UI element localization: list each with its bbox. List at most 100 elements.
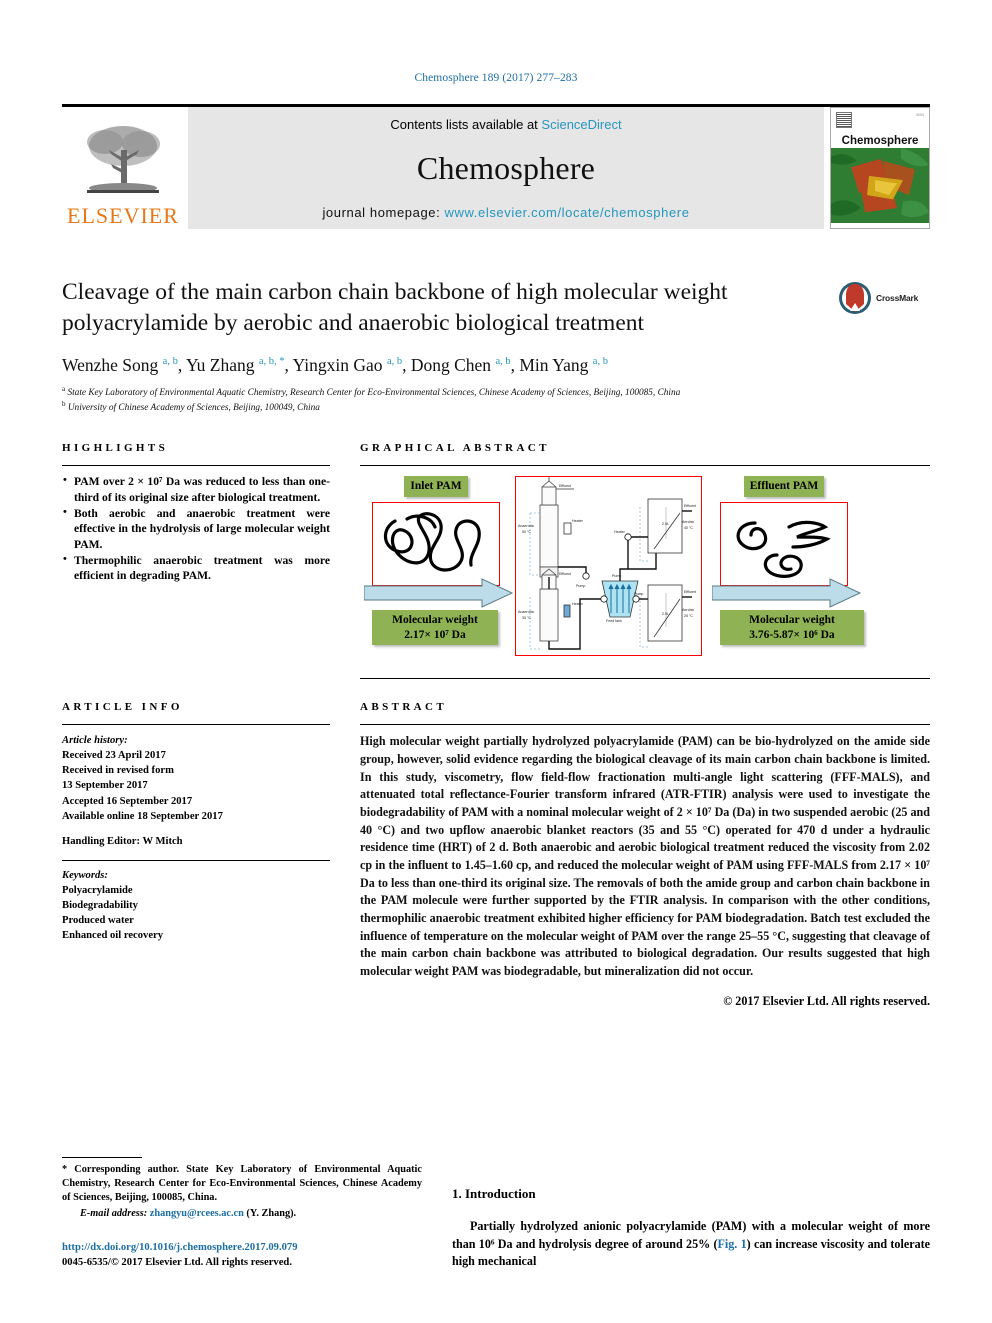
label-anaerobic-35: Anaerobic [518,610,534,614]
pam-fragments-icon [736,520,831,578]
keywords-divider [62,859,330,861]
article-info-divider [62,724,330,726]
keyword-item: Biodegradability [62,899,138,911]
author-entry: Yingxin Gao a, b, [292,355,407,376]
email-address-label: E-mail address: [80,1208,148,1220]
graphical-abstract-heading: GRAPHICAL ABSTRACT [360,442,550,455]
abstract-copyright: © 2017 Elsevier Ltd. All rights reserved… [723,993,930,1008]
author-list: Wenzhe Song a, b, Yu Zhang a, b, *, Ying… [62,355,930,376]
label-aerobic-25: Aerobic [682,608,694,612]
abstract-section: ABSTRACT High molecular weight partially… [360,701,930,1008]
author-affil-marks: a, b, * [258,356,285,368]
list-item: Both aerobic and anaerobic treatment wer… [62,505,330,552]
effluent-mw-line1: Molecular weight [749,614,835,627]
journal-cover-thumbnail: ISSN Chemosphere [830,107,930,229]
svg-text:55 °C: 55 °C [522,530,531,534]
svg-text:40 °C: 40 °C [684,526,693,530]
history-received: Received 23 April 2017 [62,750,166,762]
keywords-heading: Keywords: [62,869,108,881]
doi-link[interactable]: http://dx.doi.org/10.1016/j.chemosphere.… [62,1241,422,1256]
crossmark-badge[interactable]: CrossMark [838,277,930,319]
label-heater-1: Heater [572,519,584,523]
highlights-section: HIGHLIGHTS PAM over 2 × 10⁷ Da was reduc… [62,442,330,687]
inlet-arrow-icon [364,578,514,609]
affiliation-item: b University of Chinese Academy of Scien… [62,400,930,415]
journal-masthead: ELSEVIER Contents lists available at Sci… [62,104,930,229]
introduction-column: 1. Introduction Partially hydrolyzed ani… [452,1186,930,1271]
label-feed-tank: Feed tank [606,619,622,623]
keyword-item: Enhanced oil recovery [62,929,164,941]
articleinfo-abstract-row: ARTICLE INFO Article history: Received 2… [62,701,930,1008]
ga-inlet-column: Inlet PAM [372,476,500,586]
keyword-item: Polyacrylamide [62,884,133,896]
author-entry: Wenzhe Song a, b, [62,355,183,376]
graphical-abstract-section: GRAPHICAL ABSTRACT Inlet PAM Molecular w… [360,442,930,687]
crossmark-label: CrossMark [876,293,919,303]
email-owner: (Y. Zhang). [246,1208,297,1220]
page-footer-row: * Corresponding author. State Key Labora… [62,1157,930,1271]
contents-prefix: Contents lists available at [390,117,542,132]
inlet-pam-coil-box [372,501,500,586]
corresponding-email-line: E-mail address: zhangyu@rcees.ac.cn (Y. … [62,1208,422,1219]
article-history-block: Article history: Received 23 April 2017 … [62,733,330,848]
affiliation-text: University of Chinese Academy of Science… [67,402,320,413]
issn-copyright-line: 0045-6535/© 2017 Elsevier Ltd. All right… [62,1257,292,1269]
author-affil-marks: a, b [592,356,608,368]
title-block: Cleavage of the main carbon chain backbo… [62,277,930,414]
author-name: Yu Zhang [185,355,255,376]
list-item: PAM over 2 × 10⁷ Da was reduced to less … [62,473,330,505]
author-name: Wenzhe Song [62,355,159,376]
cover-artwork [831,148,929,223]
label-effluent-3: Effluent [684,504,696,508]
figure-1-link[interactable]: Fig. 1 [718,1237,747,1251]
cover-journal-name: Chemosphere [841,135,919,147]
inlet-mw-line2: 2.17× 10⁷ Da [404,628,466,641]
article-history-heading: Article history: [62,735,128,747]
sciencedirect-link[interactable]: ScienceDirect [541,117,621,132]
author-entry: Min Yang a, b [519,355,608,375]
inlet-molecular-weight-label: Molecular weight 2.17× 10⁷ Da [372,610,498,646]
author-affil-marks: a, b [386,356,403,368]
article-info-heading: ARTICLE INFO [62,701,183,714]
reactor-schematic-box: Effluent Effluent Anaerobic 55 °C Anaero… [515,476,702,657]
label-effluent-2: Effluent [559,572,571,576]
graphical-abstract-flow: Inlet PAM Molecular weight 2.17× 10⁷ Da … [360,474,930,664]
effluent-mw-line2: 3.76-5.87× 10⁶ Da [749,628,835,641]
label-volume-2: 2.5L [662,612,669,616]
footnote-column: * Corresponding author. State Key Labora… [62,1157,422,1271]
svg-text:35 °C: 35 °C [522,616,531,620]
label-pump-2: Pump [612,574,621,578]
email-link[interactable]: zhangyu@rcees.ac.cn [150,1208,244,1219]
effluent-pam-coil-box [720,501,848,586]
affiliation-text: State Key Laboratory of Environmental Aq… [67,388,681,399]
label-heater-3: Heater [614,530,626,534]
label-pump-3: Pump [634,592,643,596]
author-name: Min Yang [519,355,589,376]
homepage-link[interactable]: www.elsevier.com/locate/chemosphere [445,205,690,220]
journal-title: Chemosphere [416,150,596,186]
elsevier-logo: ELSEVIER [62,107,184,229]
graphical-abstract-divider [360,465,930,467]
abstract-text: High molecular weight partially hydrolyz… [360,734,930,978]
list-item: Thermophilic anaerobic treatment was mor… [62,552,330,584]
ga-inlet-mw: Molecular weight 2.17× 10⁷ Da [372,610,500,646]
inlet-pam-label: Inlet PAM [404,476,468,497]
effluent-pam-label: Effluent PAM [743,476,825,497]
label-heater-2: Heater [572,602,584,606]
cover-header: ISSN Chemosphere [831,108,929,148]
keywords-block: Keywords: Polyacrylamide Biodegradabilit… [62,868,330,943]
affiliation-mark: b [62,399,66,408]
author-name: Dong Chen [410,355,492,376]
highlights-heading: HIGHLIGHTS [62,442,169,455]
journal-homepage-line: journal homepage: www.elsevier.com/locat… [322,205,689,220]
reactor-schematic-icon: Effluent Effluent Anaerobic 55 °C Anaero… [518,477,696,651]
affiliation-mark: a [62,385,66,394]
handling-editor: Handling Editor: W Mitch [62,835,183,847]
label-anaerobic-55: Anaerobic [518,524,534,528]
ga-effluent-mw: Molecular weight 3.76-5.87× 10⁶ Da [720,610,870,646]
corresponding-author-note: * Corresponding author. State Key Labora… [62,1164,422,1204]
elsevier-tree-icon [87,126,160,193]
effluent-molecular-weight-label: Molecular weight 3.76-5.87× 10⁶ Da [720,610,864,646]
contents-available-line: Contents lists available at ScienceDirec… [390,117,621,132]
